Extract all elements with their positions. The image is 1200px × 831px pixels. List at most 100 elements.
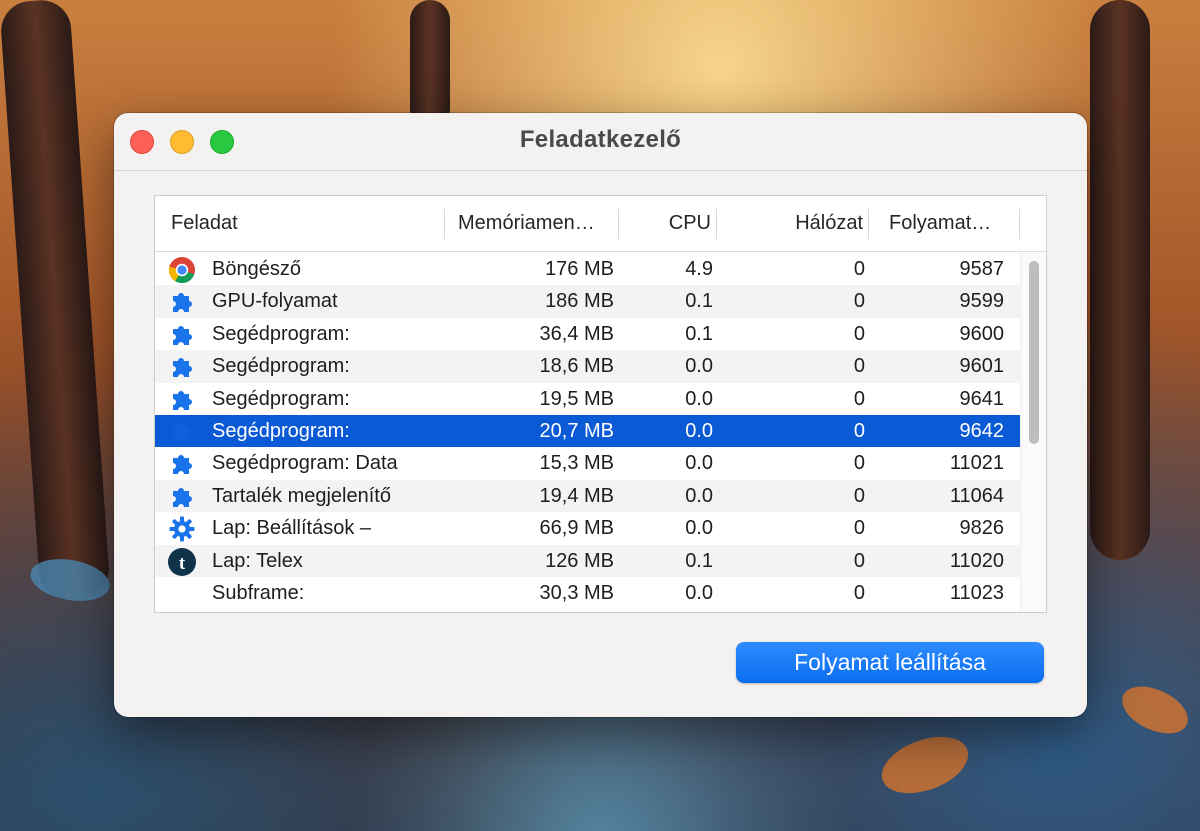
column-divider[interactable] bbox=[1019, 209, 1020, 239]
memory-cell: 126 MB bbox=[545, 549, 614, 572]
task-name-cell: Segédprogram: bbox=[212, 419, 350, 442]
scrollbar-thumb[interactable] bbox=[1029, 261, 1039, 444]
cpu-cell: 0.1 bbox=[685, 549, 713, 572]
process-id-cell: 9599 bbox=[959, 290, 1005, 313]
window-title: Feladatkezelő bbox=[519, 126, 682, 153]
svg-text:t: t bbox=[179, 553, 186, 574]
puzzle-icon bbox=[168, 353, 196, 381]
network-cell: 0 bbox=[853, 517, 865, 540]
memory-cell: 20,7 MB bbox=[539, 419, 614, 442]
table-header: Feladat Memóriamen… CPU Hálózat Folyamat… bbox=[155, 196, 1046, 252]
task-name-cell: Böngésző bbox=[212, 258, 301, 280]
memory-cell: 19,5 MB bbox=[539, 387, 614, 410]
cpu-cell: 0.0 bbox=[685, 387, 713, 410]
column-header-cpu[interactable]: CPU bbox=[669, 212, 711, 235]
cpu-cell: 0.1 bbox=[685, 290, 713, 313]
puzzle-icon bbox=[168, 450, 196, 478]
table-body: Böngésző 176 MB 4.9 0 9587 GPU-folyamat 186 MB… bbox=[155, 253, 1021, 609]
process-id-cell: 9642 bbox=[959, 419, 1005, 442]
task-name-cell: Segédprogram: bbox=[212, 322, 350, 345]
column-header-task[interactable]: Feladat bbox=[171, 212, 238, 235]
column-divider[interactable] bbox=[618, 209, 619, 239]
puzzle-icon bbox=[168, 386, 196, 414]
task-name-cell: Lap: Beállítások – bbox=[212, 517, 371, 540]
network-cell: 0 bbox=[853, 322, 865, 345]
puzzle-icon bbox=[168, 483, 196, 511]
memory-cell: 15,3 MB bbox=[539, 452, 614, 475]
task-name-cell: GPU-folyamat bbox=[212, 290, 338, 313]
puzzle-icon bbox=[168, 418, 196, 446]
cpu-cell: 0.0 bbox=[685, 452, 713, 475]
task-name-cell: Segédprogram: Data bbox=[212, 452, 398, 475]
process-id-cell: 11023 bbox=[949, 581, 1004, 604]
column-divider[interactable] bbox=[716, 209, 717, 239]
task-name-cell: Lap: Telex bbox=[212, 549, 303, 572]
column-divider[interactable] bbox=[444, 209, 445, 239]
puzzle-icon bbox=[168, 288, 196, 316]
vertical-scrollbar[interactable] bbox=[1020, 253, 1046, 612]
table-row[interactable]: GPU-folyamat 186 MB 0.1 0 9599 bbox=[155, 285, 1021, 318]
process-id-cell: 9587 bbox=[959, 258, 1005, 280]
table-row[interactable]: Segédprogram: 18,6 MB 0.0 0 9601 bbox=[155, 350, 1021, 383]
wallpaper-tree bbox=[1090, 0, 1150, 560]
network-cell: 0 bbox=[853, 290, 865, 313]
table-row[interactable]: Tartalék megjelenítő 19,4 MB 0.0 0 11064 bbox=[155, 479, 1021, 513]
process-id-cell: 9641 bbox=[959, 387, 1005, 410]
table-row[interactable]: Segédprogram: 20,7 MB 0.0 0 9642 bbox=[155, 414, 1021, 448]
network-cell: 0 bbox=[853, 355, 865, 378]
task-name-cell: Segédprogram: bbox=[212, 355, 350, 378]
network-cell: 0 bbox=[853, 452, 865, 475]
table-row[interactable]: Subframe: 30,3 MB 0.0 0 11023 bbox=[155, 577, 1021, 609]
task-name-cell: Subframe: bbox=[212, 581, 305, 604]
cpu-cell: 0.0 bbox=[685, 355, 713, 378]
process-id-cell: 11020 bbox=[949, 549, 1004, 572]
wallpaper-leaf bbox=[1114, 677, 1196, 743]
network-cell: 0 bbox=[853, 484, 865, 507]
task-name-cell: Tartalék megjelenítő bbox=[212, 484, 391, 507]
task-manager-window: Feladatkezelő Feladat Memóriamen… CPU Há… bbox=[114, 113, 1087, 717]
table-row[interactable]: t Lap: Telex 126 MB 0.1 0 11020 bbox=[155, 544, 1021, 577]
cpu-cell: 4.9 bbox=[685, 258, 713, 280]
process-id-cell: 9826 bbox=[959, 517, 1005, 540]
titlebar: Feladatkezelő bbox=[114, 113, 1087, 171]
process-id-cell: 11064 bbox=[949, 484, 1004, 507]
wallpaper-leaf bbox=[874, 726, 976, 804]
column-header-process[interactable]: Folyamat… bbox=[889, 212, 991, 235]
network-cell: 0 bbox=[853, 581, 865, 604]
table-row[interactable]: Segédprogram: 19,5 MB 0.0 0 9641 bbox=[155, 383, 1021, 415]
network-cell: 0 bbox=[853, 419, 865, 442]
end-process-button[interactable]: Folyamat leállítása bbox=[736, 642, 1044, 683]
memory-cell: 36,4 MB bbox=[539, 322, 614, 345]
wallpaper-tree bbox=[410, 0, 450, 130]
column-divider[interactable] bbox=[868, 209, 869, 239]
network-cell: 0 bbox=[853, 549, 865, 572]
cpu-cell: 0.0 bbox=[685, 581, 713, 604]
cpu-cell: 0.1 bbox=[685, 322, 713, 345]
network-cell: 0 bbox=[853, 258, 865, 280]
process-id-cell: 9601 bbox=[959, 355, 1005, 378]
memory-cell: 30,3 MB bbox=[539, 581, 614, 604]
process-table: Feladat Memóriamen… CPU Hálózat Folyamat… bbox=[154, 195, 1047, 613]
blank-icon bbox=[168, 580, 196, 608]
column-header-network[interactable]: Hálózat bbox=[795, 212, 863, 235]
table-row[interactable]: Böngésző 176 MB 4.9 0 9587 bbox=[155, 253, 1021, 285]
table-row[interactable]: Segédprogram: 36,4 MB 0.1 0 9600 bbox=[155, 318, 1021, 350]
table-row[interactable]: Lap: Beállítások – 66,9 MB 0.0 0 9826 bbox=[155, 512, 1021, 544]
task-name-cell: Segédprogram: bbox=[212, 387, 350, 410]
memory-cell: 66,9 MB bbox=[539, 517, 614, 540]
cpu-cell: 0.0 bbox=[685, 484, 713, 507]
gear-icon bbox=[168, 515, 196, 543]
chrome-icon bbox=[168, 256, 196, 284]
process-id-cell: 11021 bbox=[949, 452, 1004, 475]
table-row[interactable]: Segédprogram: Data 15,3 MB 0.0 0 11021 bbox=[155, 447, 1021, 479]
cpu-cell: 0.0 bbox=[685, 517, 713, 540]
memory-cell: 176 MB bbox=[545, 258, 614, 280]
telex-icon: t bbox=[168, 547, 196, 576]
wallpaper-tree bbox=[0, 0, 111, 602]
column-header-memory[interactable]: Memóriamen… bbox=[458, 212, 595, 235]
memory-cell: 18,6 MB bbox=[539, 355, 614, 378]
process-id-cell: 9600 bbox=[959, 322, 1005, 345]
cpu-cell: 0.0 bbox=[685, 419, 713, 442]
puzzle-icon bbox=[168, 321, 196, 349]
memory-cell: 19,4 MB bbox=[539, 484, 614, 507]
